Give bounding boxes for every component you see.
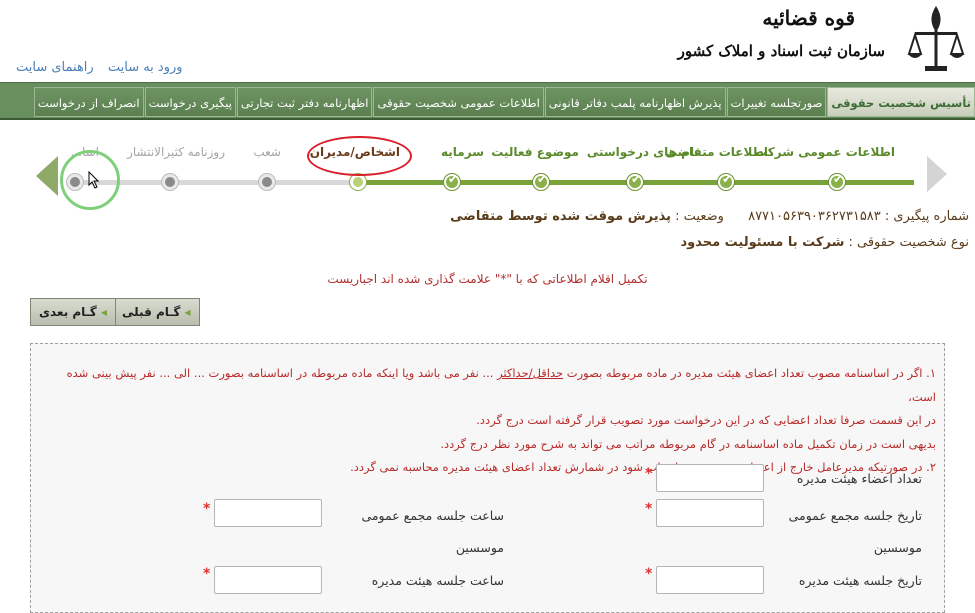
tab-company-establishment[interactable]: تأسیس شخصیت حقوقی [827,87,975,117]
prev-arrow-icon: ◂ [184,305,191,319]
tab-change-minutes[interactable]: صورتجلسه تغییرات [726,87,827,117]
step-capital[interactable]: سرمایه [441,145,484,159]
step-dot-done [444,172,460,190]
general-assembly-time-label: ساعت جلسه مجمع عمومی [361,508,504,523]
status-label: وضعیت : [675,209,724,224]
required-star: * [203,501,211,517]
tab-entity-general-info[interactable]: اطلاعات عمومی شخصیت حقوقی [373,87,544,117]
header: قوه قضائیه سازمان ثبت اسناد و املاک کشور… [0,0,975,82]
main-navbar: تأسیس شخصیت حقوقی صورتجلسه تغییرات پذیرش… [0,82,975,120]
rule-line-2: در این قسمت صرفا تعداد اعضایی که در این … [476,413,936,427]
judiciary-emblem-icon [907,6,965,71]
entity-type-label: نوع شخصیت حقوقی : [848,235,970,250]
step-activity-subject[interactable]: موضوع فعالیت [491,145,579,159]
help-link[interactable]: راهنمای سایت [16,60,94,75]
wizard-next-arrow-icon[interactable] [927,156,947,192]
tab-cancel-request[interactable]: انصراف از درخواست [33,87,144,117]
general-assembly-date-input[interactable] [656,499,764,527]
step-dot-pending [259,174,275,190]
wizard-prev-arrow-icon[interactable] [36,156,58,196]
step-dot-pending [162,174,178,190]
tracking-label: شماره پیگیری : [884,209,969,224]
step-wizard: اطلاعات عمومی شرکت اطلاعات متقاضی نام ها… [0,120,975,210]
org-subtitle: سازمان ثبت اسناد و املاک کشور [677,42,885,60]
entity-type-value: شرکت با مسئولیت محدود [680,235,845,250]
tracking-number: ۸۷۷۱۰۵۶۳۹۰۳۶۲۷۳۱۵۸۳ [748,209,881,224]
tracking-info-row: شماره پیگیری : ۸۷۷۱۰۵۶۳۹۰۳۶۲۷۳۱۵۸۳ وضعیت… [269,209,969,224]
prev-step-button[interactable]: ◂ گـام قبلی [113,298,200,326]
managers-form-panel: ۱. اگر در اساسنامه مصوب تعداد اعضای هیئت… [30,343,945,613]
board-meeting-date-label: تاریخ جلسه هیئت مدیره [798,573,922,588]
mouse-cursor-icon [88,171,100,189]
step-requested-names[interactable]: نام های درخواستی [587,145,699,159]
general-assembly-time-input[interactable] [214,499,322,527]
status-value: پذیرش موقت شده توسط متقاضی [450,209,672,224]
required-star: * [645,466,653,482]
rules-text: ۱. اگر در اساسنامه مصوب تعداد اعضای هیئت… [36,362,936,480]
general-assembly-time-sub: موسسین [455,540,504,555]
top-links: ورود به سایت راهنمای سایت [6,60,183,75]
step-dot-done [533,172,549,190]
rule-line-3: بدیهی است در زمان تکمیل ماده اساسنامه در… [440,436,936,451]
required-star: * [645,501,653,517]
login-link[interactable]: ورود به سایت [108,60,183,75]
step-dot-done [829,172,845,190]
board-count-label: تعداد اعضاء هیئت مدیره [796,471,922,486]
next-step-button[interactable]: ◂ گـام بعدی [30,298,116,326]
general-assembly-date-label: تاریخ جلسه مجمع عمومی [788,508,922,523]
next-arrow-icon: ◂ [100,305,107,319]
step-company-general-info[interactable]: اطلاعات عمومی شرکت [755,145,895,159]
general-assembly-date-sub: موسسین [873,540,922,555]
step-dot-current [350,174,366,190]
org-title: قوه قضائیه [762,6,855,30]
board-meeting-time-input[interactable] [214,566,322,594]
entity-type-row: نوع شخصیت حقوقی : شرکت با مسئولیت محدود [269,235,969,250]
step-dot-done [718,172,734,190]
required-notice: تکمیل اقلام اطلاعاتی که با "*" علامت گذا… [327,272,648,286]
tab-ledger-sealing[interactable]: پذیرش اظهارنامه پلمب دفاتر قانونی [544,87,726,117]
required-star: * [203,566,211,582]
tab-track-request[interactable]: پیگیری درخواست [144,87,236,117]
tab-trade-registry-declaration[interactable]: اظهارنامه دفتر ثبت تجارتی [236,87,373,117]
step-dot-done [627,172,643,190]
board-meeting-time-label: ساعت جلسه هیئت مدیره [371,573,504,588]
step-newspaper[interactable]: روزنامه کثیرالانتشار [127,145,225,159]
highlight-red-circle [307,136,412,176]
board-meeting-date-input[interactable] [656,566,764,594]
board-count-input[interactable] [656,464,764,492]
rule-line-1: ۱. اگر در اساسنامه مصوب تعداد اعضای هیئت… [66,366,936,404]
step-branches[interactable]: شعب [253,145,281,159]
required-star: * [645,566,653,582]
